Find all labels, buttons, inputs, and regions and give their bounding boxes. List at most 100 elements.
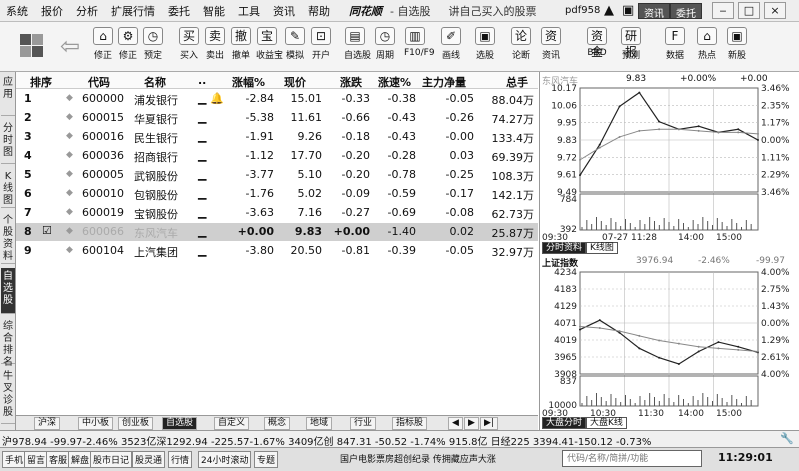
sheet-tab[interactable]: 创业板 — [118, 417, 154, 430]
col-speed[interactable]: 涨速% — [378, 74, 411, 90]
table-row[interactable]: ◆ ☑ 8 600066 东风汽车 ▁ +0.00 9.83 +0.00 -1.40 0.02 25.… — [16, 223, 538, 241]
left-tab[interactable]: 应用 — [1, 74, 15, 116]
scroll-arrow-icon[interactable]: ▶| — [480, 417, 498, 430]
chart-tab[interactable]: K线图 — [586, 242, 618, 254]
table-row[interactable]: ◆ 4 600036 招商银行 ▁ -1.12 17.70 -0.20 -0.28 0.03 69.… — [16, 147, 538, 165]
star-icon[interactable]: ◆ — [66, 226, 73, 236]
col-change-pct[interactable]: 涨幅% — [232, 74, 265, 90]
chart-tab[interactable]: 分时资料 — [542, 242, 587, 254]
star-icon[interactable]: ◆ — [66, 112, 73, 122]
toolbar-button[interactable]: ⊡ 开户 — [310, 27, 332, 61]
footer-button[interactable]: 行情 — [168, 451, 193, 468]
toolbar-button[interactable]: ⚙ 修正 — [117, 27, 139, 61]
table-row[interactable]: ◆ 1 600000 浦发银行 ▁ 🔔 -2.84 15.01 -0.33 -0.38 -0.05… — [16, 90, 538, 108]
toolbar-button[interactable]: ◷ 周期 — [374, 27, 396, 61]
toolbar-button[interactable]: 资资讯 — [540, 27, 562, 61]
minimize-button[interactable]: ‒ — [712, 2, 734, 19]
footer-button[interactable]: 股市日记 — [90, 451, 133, 468]
sheet-tab[interactable]: 自选股 — [162, 417, 198, 430]
footer-button[interactable]: 留言 — [24, 451, 49, 468]
toolbar-button[interactable]: 资金 BBD — [586, 27, 608, 59]
monitor-icon[interactable]: ▣ — [622, 3, 634, 18]
col-net-volume[interactable]: 主力净量 — [422, 74, 466, 90]
menu-help[interactable]: 帮助 — [308, 3, 330, 19]
toolbar-button[interactable]: F 数据 — [664, 27, 686, 61]
scroll-arrow-icon[interactable]: ◀ — [448, 417, 463, 430]
star-icon[interactable]: ◆ — [66, 150, 73, 160]
left-tab[interactable]: 自选股 — [1, 268, 15, 314]
maximize-button[interactable]: □ — [738, 2, 760, 19]
close-button[interactable]: × — [764, 2, 786, 19]
toolbar-button[interactable]: 宝收益宝 — [256, 27, 283, 61]
col-sort[interactable]: 排序 — [30, 74, 52, 90]
index-intraday-chart[interactable]: 4234418341294071401939653908837100004.00… — [540, 266, 799, 424]
sheet-tab[interactable]: 中小板 — [78, 417, 114, 430]
left-tab[interactable]: K线图 — [1, 168, 15, 208]
star-icon[interactable]: ◆ — [66, 131, 73, 141]
trade-button[interactable]: 委托 — [670, 3, 702, 20]
menu-system[interactable]: 系统 — [6, 3, 28, 19]
sheet-tab[interactable]: 地域 — [306, 417, 333, 430]
toolbar-button[interactable]: ▤ 自选股 — [344, 27, 371, 61]
star-icon[interactable]: ◆ — [66, 188, 73, 198]
toolbar-button[interactable]: ◷ 预定 — [142, 27, 164, 61]
toolbar-button[interactable]: ⌂ 热点 — [696, 27, 718, 61]
table-row[interactable]: ◆ 9 600104 上汽集团 ▁ -3.80 20.50 -0.81 -0.39 -0.05 32… — [16, 242, 538, 260]
menu-quote[interactable]: 报价 — [41, 3, 63, 19]
col-code[interactable]: 代码 — [88, 74, 110, 90]
sheet-tab[interactable]: 行业 — [350, 417, 377, 430]
table-row[interactable]: ◆ 6 600010 包钢股份 ▁ -1.76 5.02 -0.09 -0.59 -0.17 142… — [16, 185, 538, 203]
star-icon[interactable]: ◆ — [66, 207, 73, 217]
footer-button[interactable]: 解盘 — [68, 451, 93, 468]
left-tab[interactable]: 个股资料 — [1, 212, 15, 264]
table-row[interactable]: ◆ 3 600016 民生银行 ▁ -1.91 9.26 -0.18 -0.43 -0.00 133… — [16, 128, 538, 146]
back-arrow-icon[interactable]: ⇦ — [60, 32, 80, 60]
toolbar-button[interactable]: ▣ 选股 — [474, 27, 496, 61]
toolbar-button[interactable]: 撤撤单 — [230, 27, 252, 61]
col-name[interactable]: 名称 — [144, 74, 166, 90]
search-input[interactable] — [562, 450, 702, 467]
left-tab[interactable]: 分时图 — [1, 120, 15, 164]
menu-news[interactable]: 资讯 — [273, 3, 295, 19]
menu-smart[interactable]: 智能 — [203, 3, 225, 19]
news-ticker[interactable]: 国户电影票房超创纪录 传拥藏应声大涨 — [340, 452, 496, 465]
checkbox-icon[interactable]: ☑ — [42, 224, 52, 237]
table-row[interactable]: ◆ 2 600015 华夏银行 ▁ -5.38 11.61 -0.66 -0.43 -0.26 74… — [16, 109, 538, 127]
wrench-icon[interactable]: 🔧 — [780, 432, 794, 445]
sheet-tab[interactable]: 指标股 — [392, 417, 428, 430]
info-button[interactable]: 资讯 — [638, 3, 670, 20]
col-price[interactable]: 现价 — [284, 74, 306, 90]
col-change[interactable]: 涨跌 — [340, 74, 362, 90]
toolbar-button[interactable]: 卖卖出 — [204, 27, 226, 61]
footer-button[interactable]: 专题 — [254, 451, 279, 468]
toolbar-button[interactable]: 论论断 — [510, 27, 532, 61]
star-icon[interactable]: ◆ — [66, 245, 73, 255]
toolbar-button[interactable]: ✐ 画线 — [440, 27, 462, 61]
sheet-tab[interactable]: 自定义 — [214, 417, 250, 430]
footer-button[interactable]: 客服 — [46, 451, 71, 468]
toolbar-button[interactable]: ▣ 新股 — [726, 27, 748, 61]
scroll-arrow-icon[interactable]: ▶ — [464, 417, 479, 430]
star-icon[interactable]: ◆ — [66, 169, 73, 179]
chart-tab[interactable]: 大盘K线 — [586, 417, 627, 429]
menu-extended[interactable]: 扩展行情 — [111, 3, 155, 19]
star-icon[interactable]: ◆ — [66, 93, 73, 103]
home-icon[interactable]: ▲ — [604, 3, 614, 18]
toolbar-button[interactable]: ▥ F10/F9 — [404, 27, 435, 58]
menu-tools[interactable]: 工具 — [238, 3, 260, 19]
toolbar-button[interactable]: ✎ 模拟 — [284, 27, 306, 61]
menu-trade[interactable]: 委托 — [168, 3, 190, 19]
left-tab[interactable]: 综合排名 — [1, 318, 15, 368]
stock-intraday-chart[interactable]: 10.1710.069.959.839.729.619.497843923.46… — [540, 84, 799, 250]
toolbar-button[interactable]: 买买入 — [178, 27, 200, 61]
table-row[interactable]: ◆ 5 600005 武钢股份 ▁ -3.77 5.10 -0.20 -0.78 -0.25 108… — [16, 166, 538, 184]
footer-button[interactable]: 手机 — [2, 451, 27, 468]
menu-analysis[interactable]: 分析 — [76, 3, 98, 19]
chart-tab[interactable]: 大盘分时 — [542, 417, 587, 429]
toolbar-button[interactable]: ⌂ 修正 — [92, 27, 114, 61]
sheet-tab[interactable]: 概念 — [264, 417, 291, 430]
table-row[interactable]: ◆ 7 600019 宝钢股份 ▁ -3.63 7.16 -0.27 -0.69 -0.08 62.… — [16, 204, 538, 222]
footer-button[interactable]: 股灵通 — [132, 451, 166, 468]
col-volume[interactable]: 总手 — [506, 74, 528, 90]
left-tab[interactable]: 牛叉诊股 — [1, 368, 15, 424]
